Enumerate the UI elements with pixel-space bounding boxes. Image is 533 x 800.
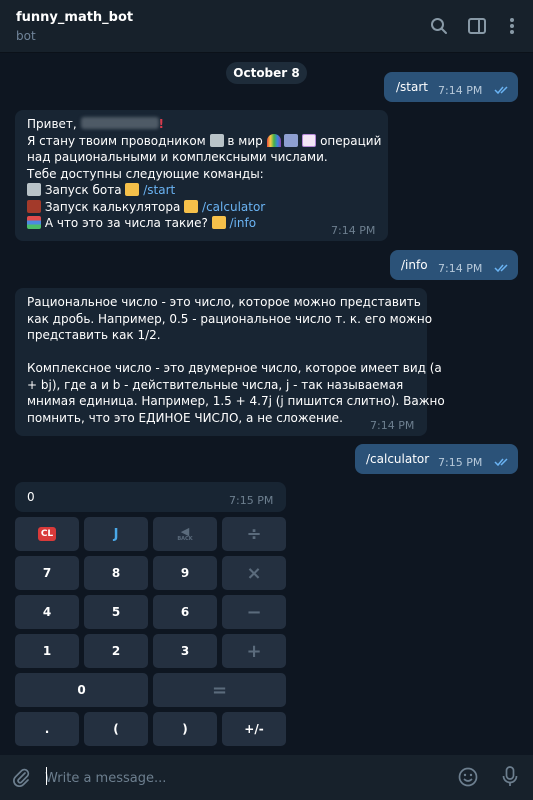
pointing-hand-emoji-icon bbox=[211, 216, 226, 229]
message-time: 7:14 PM bbox=[438, 262, 483, 275]
digit-1-button[interactable]: 1 bbox=[15, 634, 79, 668]
outgoing-message-calculator[interactable]: /calculator 7:15 PM bbox=[355, 444, 518, 474]
info-text-line: + bj), где a и b - действительные числа,… bbox=[27, 377, 404, 392]
sidebar-toggle-icon[interactable] bbox=[467, 16, 487, 36]
books-emoji-icon bbox=[27, 216, 41, 229]
double-check-icon bbox=[494, 264, 508, 273]
welcome-line-3: над рациональными и комплексными числами… bbox=[27, 150, 328, 164]
start-command-link[interactable]: /start bbox=[143, 183, 175, 197]
close-paren-button[interactable]: ) bbox=[153, 712, 217, 746]
chat-window: funny_math_bot bot October 8 /start 7:14… bbox=[0, 0, 533, 800]
pointing-hand-emoji-icon bbox=[184, 199, 199, 213]
message-text: /info bbox=[401, 258, 428, 272]
digit-8-button[interactable]: 8 bbox=[84, 556, 148, 590]
message-input[interactable] bbox=[45, 765, 435, 791]
digit-4-button[interactable]: 4 bbox=[15, 595, 79, 629]
multiply-button[interactable]: × bbox=[222, 556, 286, 590]
subtract-button[interactable]: − bbox=[222, 595, 286, 629]
info-text-line: Рациональное число - это число, которое … bbox=[27, 295, 421, 309]
welcome-line-2: Я стану твоим проводником в мир операций bbox=[27, 133, 382, 148]
microphone-icon[interactable] bbox=[502, 766, 518, 788]
blurred-username bbox=[80, 117, 159, 129]
search-icon[interactable] bbox=[429, 16, 449, 36]
open-paren-button[interactable]: ( bbox=[84, 712, 148, 746]
exclamation-emoji: ! bbox=[158, 117, 165, 131]
message-time: 7:14 PM bbox=[331, 224, 376, 237]
clear-button[interactable]: CL bbox=[15, 517, 79, 551]
hamsa-emoji-icon bbox=[284, 133, 299, 147]
welcome-line-1: Привет, ! bbox=[27, 117, 165, 131]
digit-0-button[interactable]: 0 bbox=[15, 673, 148, 707]
info-text-line: мнимая единица. Например, 1.5 + 4.7j (j … bbox=[27, 394, 445, 408]
calculator-display-value: 0 bbox=[27, 490, 35, 504]
incoming-message-welcome[interactable]: Привет, ! Я стану твоим проводником в ми… bbox=[15, 110, 388, 241]
robot-emoji-icon bbox=[27, 183, 41, 196]
message-text: /start bbox=[396, 80, 428, 94]
info-text-line: как дробь. Например, 0.5 - рациональное … bbox=[27, 311, 433, 326]
double-check-icon bbox=[494, 86, 508, 95]
message-time: 7:14 PM bbox=[370, 419, 415, 432]
pointing-hand-emoji-icon bbox=[125, 183, 140, 196]
digit-6-button[interactable]: 6 bbox=[153, 595, 217, 629]
more-vertical-icon[interactable] bbox=[502, 16, 522, 36]
attach-icon[interactable] bbox=[11, 767, 31, 788]
info-text-line: представить как 1/2. bbox=[27, 328, 161, 342]
command-line-info: А что это за числа такие? /info bbox=[27, 215, 381, 232]
chat-subtitle: bot bbox=[16, 29, 36, 43]
outgoing-message-info[interactable]: /info 7:14 PM bbox=[390, 250, 518, 280]
digit-2-button[interactable]: 2 bbox=[84, 634, 148, 668]
add-button[interactable]: + bbox=[222, 634, 286, 668]
chat-title[interactable]: funny_math_bot bbox=[16, 10, 133, 25]
back-button[interactable]: ◀ BACK bbox=[153, 517, 217, 551]
rainbow-emoji-icon bbox=[266, 133, 281, 147]
unicorn-emoji-icon bbox=[302, 133, 317, 147]
sign-toggle-button[interactable]: +/- bbox=[222, 712, 286, 746]
info-text-line: Комплексное число - это двумерное число,… bbox=[27, 361, 442, 375]
message-time: 7:15 PM bbox=[229, 494, 274, 507]
message-time: 7:14 PM bbox=[438, 84, 483, 97]
digit-5-button[interactable]: 5 bbox=[84, 595, 148, 629]
command-line-calculator: Запуск калькулятора /calculator bbox=[27, 199, 381, 216]
double-check-icon bbox=[494, 458, 508, 467]
message-composer bbox=[0, 755, 533, 800]
incoming-message-info[interactable]: Рациональное число - это число, которое … bbox=[15, 288, 445, 436]
imaginary-j-button[interactable]: J bbox=[84, 517, 148, 551]
message-text: /calculator bbox=[366, 452, 430, 466]
outgoing-message-start[interactable]: /start 7:14 PM bbox=[384, 72, 518, 102]
command-line-start: Запуск бота /start bbox=[27, 182, 381, 199]
digit-9-button[interactable]: 9 bbox=[153, 556, 217, 590]
digit-3-button[interactable]: 3 bbox=[153, 634, 217, 668]
abacus-emoji-icon bbox=[27, 199, 41, 213]
welcome-line-4: Тебе доступны следующие команды: bbox=[27, 166, 264, 181]
divide-button[interactable]: ÷ bbox=[222, 517, 286, 551]
text-caret bbox=[46, 767, 47, 785]
info-command-link[interactable]: /info bbox=[230, 216, 257, 230]
message-time: 7:15 PM bbox=[438, 456, 483, 469]
digit-7-button[interactable]: 7 bbox=[15, 556, 79, 590]
robot-emoji-icon bbox=[209, 133, 224, 147]
equals-button[interactable]: = bbox=[153, 673, 286, 707]
calculator-command-link[interactable]: /calculator bbox=[202, 200, 265, 214]
decimal-point-button[interactable]: . bbox=[15, 712, 79, 746]
date-separator: October 8 bbox=[226, 62, 307, 84]
chat-header[interactable]: funny_math_bot bot bbox=[0, 0, 533, 53]
emoji-icon[interactable] bbox=[458, 767, 478, 787]
calculator-display-message: 0 7:15 PM bbox=[15, 482, 286, 512]
